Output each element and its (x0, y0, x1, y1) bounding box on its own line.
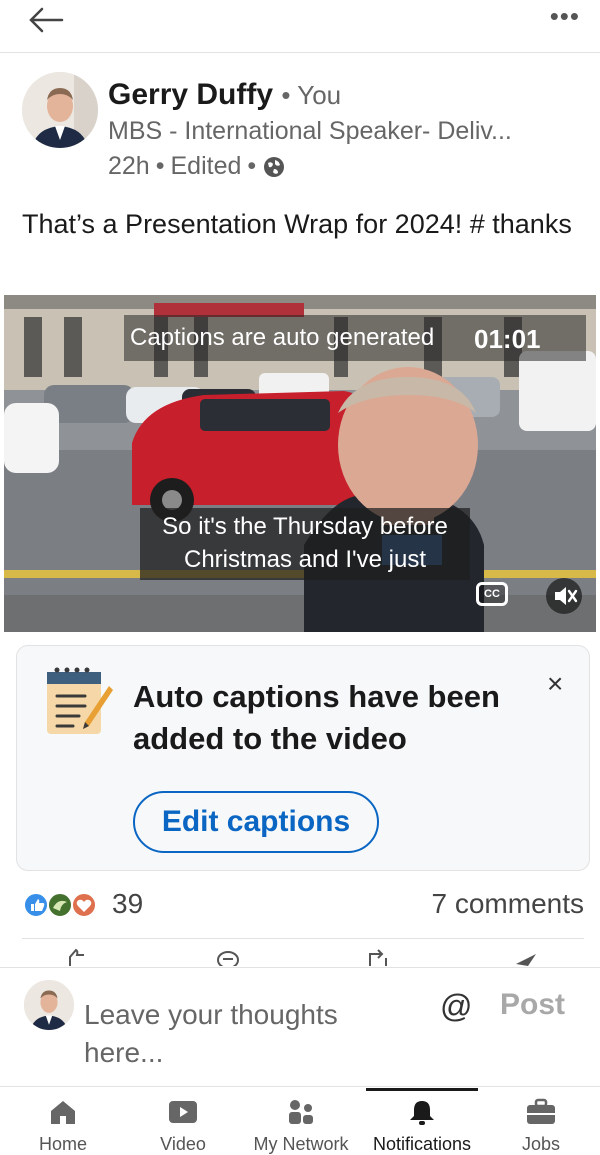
nav-video-label: Video (160, 1134, 206, 1154)
auto-captions-title: Auto captions have been added to the vid… (133, 679, 500, 756)
edited-label: Edited (170, 152, 242, 180)
comment-icon[interactable] (216, 948, 240, 966)
home-icon (51, 1101, 75, 1124)
video-subtitle: So it's the Thursday before Christmas an… (140, 508, 470, 580)
post-actions (0, 944, 600, 966)
edit-captions-button[interactable]: Edit captions (133, 791, 379, 853)
post-author: Gerry Duffy • You MBS - International Sp… (22, 72, 582, 192)
nav-home-label: Home (38, 1134, 87, 1154)
bottom-nav: Home Video My Network Notifications Jobs (0, 1088, 600, 1155)
post-text: That’s a Presentation Wrap for 2024! # t… (22, 209, 572, 239)
network-icon (289, 1100, 313, 1124)
nav-notifications[interactable]: Notifications (366, 1088, 478, 1155)
video-time: 01:01 (474, 324, 541, 354)
nav-notifications-label: Notifications (372, 1134, 472, 1154)
close-icon[interactable]: × (547, 668, 563, 700)
closed-captions-button[interactable]: CC (476, 582, 508, 606)
nav-jobs[interactable]: Jobs (498, 1088, 584, 1155)
author-headline: MBS - International Speaker- Deliv... (108, 117, 512, 145)
video-icon (169, 1101, 197, 1123)
post-time: 22h (108, 152, 150, 180)
reactions-icon[interactable] (22, 890, 108, 920)
speaker-muted-icon (555, 587, 578, 605)
repost-icon[interactable] (366, 948, 390, 966)
nav-video[interactable]: Video (140, 1088, 226, 1155)
top-bar: ••• (0, 0, 600, 53)
nav-home[interactable]: Home (20, 1088, 106, 1155)
nav-jobs-label: Jobs (521, 1134, 561, 1154)
comment-input[interactable]: Leave your thoughts here... (84, 996, 404, 1072)
nav-my-network[interactable]: My Network (246, 1088, 356, 1155)
bell-icon (410, 1101, 434, 1125)
globe-icon (264, 156, 285, 177)
send-icon[interactable] (514, 948, 538, 966)
mute-button[interactable] (546, 578, 582, 614)
meta-separator: • (247, 152, 257, 180)
meta-separator: • (155, 152, 165, 180)
author-avatar[interactable] (22, 72, 98, 148)
author-name-row: Gerry Duffy • You (108, 78, 341, 112)
post-meta: 22h • Edited • (108, 152, 286, 181)
user-avatar (24, 980, 74, 1030)
briefcase-icon (527, 1098, 555, 1124)
auto-captions-card: Auto captions have been added to the vid… (16, 645, 590, 871)
nav-my-network-label: My Network (253, 1134, 349, 1154)
social-counts: 39 7 comments (22, 884, 584, 928)
you-label: • You (281, 80, 342, 110)
notepad-icon (47, 667, 113, 734)
reaction-count[interactable]: 39 (112, 888, 143, 920)
mention-button[interactable]: @ (440, 988, 472, 1025)
more-options-icon[interactable]: ••• (550, 3, 580, 29)
author-name[interactable]: Gerry Duffy (108, 78, 273, 111)
like-icon[interactable] (66, 948, 90, 966)
comment-composer: Leave your thoughts here... @ Post (0, 967, 600, 1087)
post-button[interactable]: Post (500, 988, 565, 1022)
arrow-left-icon[interactable] (26, 4, 66, 36)
divider (22, 938, 584, 939)
comments-count[interactable]: 7 comments (432, 888, 585, 920)
video-player[interactable]: Captions are auto generated 01:01 So it'… (4, 295, 596, 632)
